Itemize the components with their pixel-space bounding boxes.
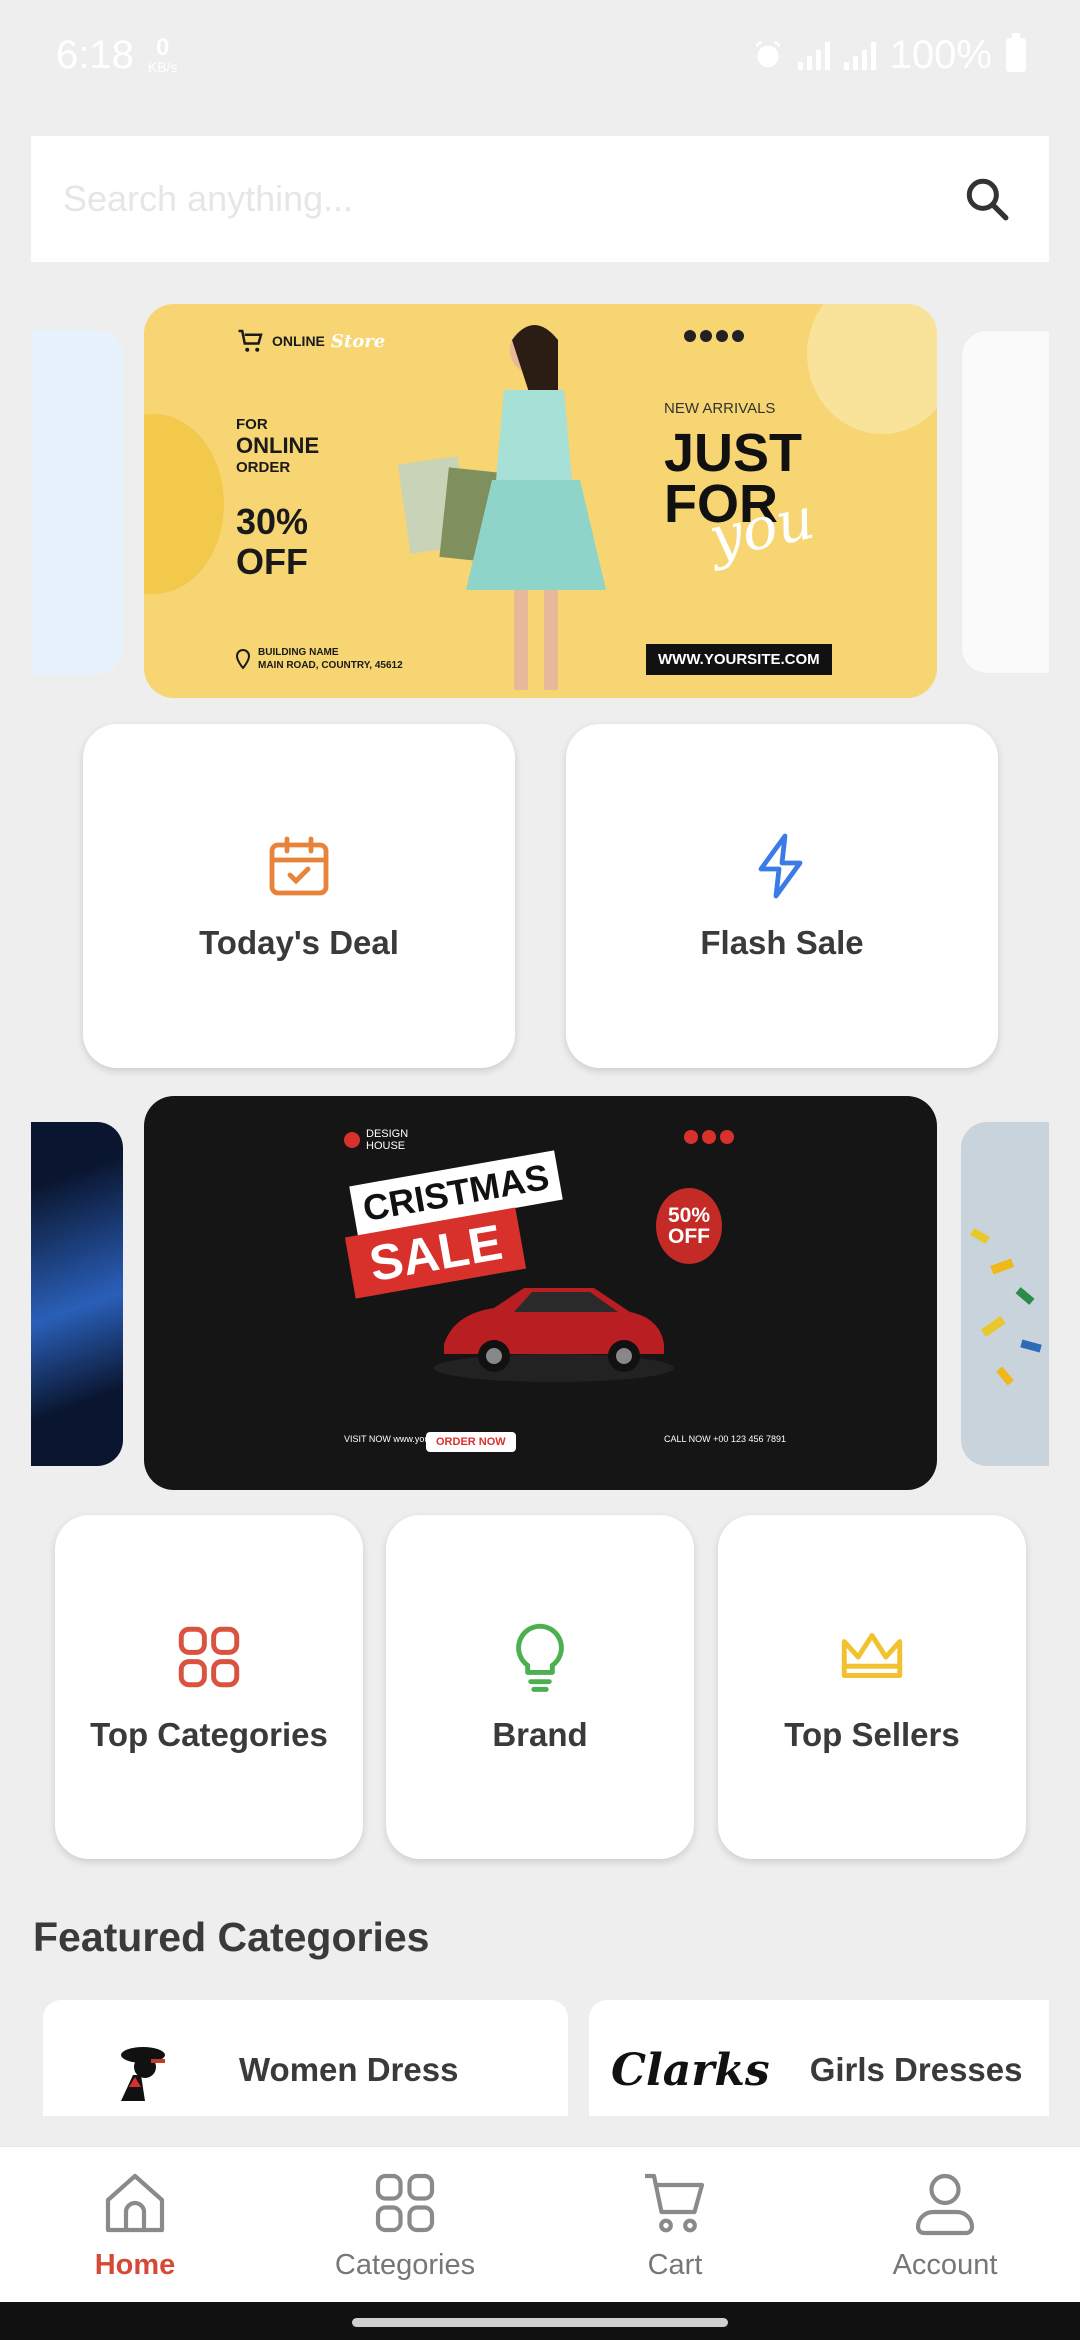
nav-account-label: Account [892, 2249, 998, 2281]
brand-label: Brand [492, 1716, 588, 1753]
promo-banner[interactable]: ONLINE Store FOR ONLINE ORDER 30% OFF BU… [144, 304, 937, 698]
signal-icon [843, 40, 876, 70]
carousel-prev-banner[interactable] [31, 1122, 123, 1466]
nav-home-label: Home [94, 2249, 176, 2281]
cart-icon [645, 2173, 705, 2233]
carousel-next-banner[interactable] [961, 330, 1049, 674]
featured-categories-title: Featured Categories [33, 1914, 430, 1960]
bottom-navigation: Home Categories Cart Account [0, 2146, 1080, 2302]
promo-carousel-2[interactable]: DESIGN HOUSE CRISTMAS SALE 50% OFF VISIT … [31, 1096, 1049, 1490]
signal-icon [797, 40, 830, 70]
banner-discount: 30% OFF [236, 501, 309, 582]
crown-icon [841, 1632, 903, 1678]
top-sellers-label: Top Sellers [784, 1716, 960, 1753]
nav-cart[interactable]: Cart [540, 2147, 810, 2302]
search-bar [31, 136, 1049, 262]
cart-icon [238, 329, 263, 352]
top-categories-card[interactable]: Top Categories [55, 1515, 363, 1859]
lightning-icon [758, 833, 803, 899]
gesture-bar[interactable] [0, 2302, 1080, 2340]
status-time: 6:18 [56, 32, 134, 77]
featured-category-name: Women Dress [239, 2051, 459, 2088]
banner-website: WWW.YOURSITE.COM [646, 644, 832, 675]
nav-categories[interactable]: Categories [270, 2147, 540, 2302]
categories-icon [178, 1626, 240, 1688]
flash-sale-label: Flash Sale [700, 924, 864, 961]
nav-cart-label: Cart [647, 2249, 703, 2281]
alarm-icon [754, 40, 781, 67]
design-house-logo: DESIGN HOUSE [344, 1128, 408, 1152]
calendar-check-icon [269, 836, 329, 896]
todays-deal-label: Today's Deal [199, 924, 399, 961]
nav-categories-label: Categories [334, 2249, 476, 2281]
todays-deal-card[interactable]: Today's Deal [83, 724, 515, 1068]
confetti-illustration [970, 1228, 1042, 1386]
status-bar: 6:18 0 KB/s 100% [0, 0, 1080, 110]
model-illustration [398, 325, 606, 690]
carousel-next-banner[interactable] [961, 1122, 1049, 1466]
search-icon[interactable] [957, 169, 1017, 229]
top-sellers-card[interactable]: Top Sellers [718, 1515, 1026, 1859]
categories-icon [375, 2173, 435, 2233]
featured-category-item[interactable]: Women Dress [43, 2000, 568, 2116]
location-pin-icon [236, 649, 250, 669]
social-icons [684, 330, 744, 342]
promo-carousel[interactable]: ONLINE Store FOR ONLINE ORDER 30% OFF BU… [31, 304, 1049, 698]
social-icons [684, 1130, 734, 1144]
featured-category-item[interactable]: Clarks Girls Dresses [589, 2000, 1049, 2116]
flash-sale-card[interactable]: Flash Sale [566, 724, 998, 1068]
featured-categories-list[interactable]: Women Dress Clarks Girls Dresses [31, 2000, 1049, 2116]
promo-banner-2[interactable]: DESIGN HOUSE CRISTMAS SALE 50% OFF VISIT … [144, 1096, 937, 1490]
search-input[interactable] [63, 178, 957, 220]
banner-for-online: FOR ONLINE ORDER [236, 416, 320, 476]
banner-brand: ONLINE Store [236, 326, 385, 356]
nav-account[interactable]: Account [810, 2147, 1080, 2302]
battery-icon [1006, 33, 1026, 72]
discount-badge: 50% OFF [656, 1188, 722, 1264]
nav-home[interactable]: Home [0, 2147, 270, 2302]
banner-new-arrivals: NEW ARRIVALS [664, 400, 776, 417]
banner-call: CALL NOW +00 123 456 7891 [664, 1434, 786, 1444]
order-now-button[interactable]: ORDER NOW [426, 1432, 516, 1452]
decor-circle [144, 414, 224, 594]
network-speed: 0 KB/s [147, 34, 178, 75]
car-illustration [434, 1288, 674, 1382]
women-dress-logo-icon [121, 2047, 165, 2101]
decor-circle [807, 304, 937, 434]
lightbulb-icon [516, 1623, 564, 1692]
clarks-logo: Clarks [611, 2044, 770, 2096]
account-icon [915, 2173, 975, 2236]
featured-category-name: Girls Dresses [809, 2051, 1023, 2088]
top-categories-label: Top Categories [90, 1716, 328, 1753]
brand-card[interactable]: Brand [386, 1515, 694, 1859]
carousel-prev-banner[interactable] [31, 330, 123, 674]
banner-address: BUILDING NAME MAIN ROAD, COUNTRY, 45612 [236, 646, 403, 672]
home-icon [105, 2173, 165, 2233]
battery-percent: 100% [889, 32, 992, 77]
